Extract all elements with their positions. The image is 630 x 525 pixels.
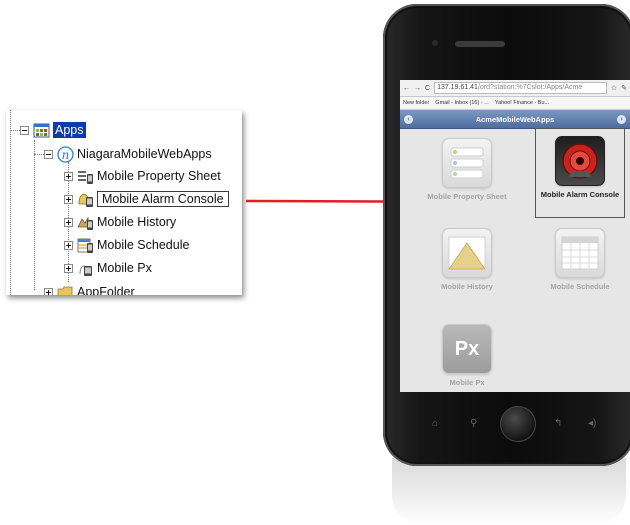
star-icon[interactable]: ☆ (611, 84, 617, 92)
px-glyph: Px (454, 337, 480, 360)
forward-icon[interactable]: → (414, 85, 421, 92)
back-icon[interactable]: ↰ (554, 418, 562, 429)
tree-label-app-folder[interactable]: AppFolder (77, 285, 135, 295)
tree-node-mobile-schedule[interactable]: Mobile Schedule (64, 235, 189, 255)
tile-mobile-property-sheet[interactable]: Mobile Property Sheet (427, 138, 507, 201)
tile-mobile-alarm-console[interactable]: Mobile Alarm Console (540, 136, 620, 199)
tile-label: Mobile History (441, 282, 493, 291)
tree-label-mobile-property-sheet[interactable]: Mobile Property Sheet (97, 169, 221, 183)
tree-label-mobile-px[interactable]: Mobile Px (97, 261, 152, 275)
tree-label-apps[interactable]: Apps (53, 122, 86, 138)
tree-connector (10, 110, 11, 295)
tile-mobile-px[interactable]: Px Mobile Px (427, 324, 507, 387)
niagara-n-icon: n (57, 145, 74, 163)
tree-node-app-folder[interactable]: AppFolder (44, 282, 135, 295)
tree-node-mobile-alarm-console[interactable]: Mobile Alarm Console (64, 189, 229, 209)
expand-toggle[interactable] (64, 240, 73, 250)
speaker-grille (455, 41, 505, 47)
tree-node-niagara-mobile-web-apps[interactable]: n NiagaraMobileWebApps (44, 144, 212, 164)
property-sheet-icon (442, 138, 492, 188)
volume-icon[interactable]: ◂) (588, 418, 596, 429)
expand-toggle[interactable] (64, 194, 73, 204)
bookmarks-bar: New folder Gmail - Inbox (16) - ... Yaho… (400, 97, 630, 110)
back-icon[interactable]: ← (403, 85, 410, 92)
collapse-toggle[interactable] (20, 125, 29, 135)
tile-mobile-schedule[interactable]: Mobile Schedule (540, 228, 620, 291)
phone-screen: ← → C 137.19.61.41/ord?station:%7Cslot:/… (400, 80, 630, 392)
phone-reflection (392, 458, 626, 525)
home-button[interactable] (500, 406, 536, 442)
bookmark-new-folder[interactable]: New folder (403, 100, 429, 106)
history-icon (77, 216, 93, 230)
url-field[interactable]: 137.19.61.41/ord?station:%7Cslot:/Apps/A… (434, 82, 607, 94)
px-icon (79, 265, 92, 276)
browser-address-bar: ← → C 137.19.61.41/ord?station:%7Cslot:/… (400, 80, 630, 97)
schedule-icon (77, 238, 93, 253)
tree-node-mobile-history[interactable]: Mobile History (64, 212, 176, 232)
tile-mobile-history[interactable]: Mobile History (427, 228, 507, 291)
bookmark-gmail[interactable]: Gmail - Inbox (16) - ... (435, 100, 489, 106)
history-chart-icon (442, 228, 492, 278)
expand-toggle[interactable] (64, 171, 73, 181)
back-nav-icon[interactable]: ‹ (404, 114, 413, 124)
bookmark-yahoo-finance[interactable]: Yahoo! Finance - Bu... (495, 100, 549, 106)
tree-node-mobile-px[interactable]: Mobile Px (64, 258, 152, 278)
tree-label-mobile-schedule[interactable]: Mobile Schedule (97, 238, 189, 252)
reload-icon[interactable]: C (425, 85, 430, 92)
collapse-toggle[interactable] (44, 149, 53, 159)
property-sheet-icon (78, 170, 93, 184)
wrench-icon[interactable]: ✎ (621, 84, 627, 92)
url-host: 137.19.61.41 (437, 84, 478, 91)
px-icon: Px (442, 324, 492, 374)
expand-toggle[interactable] (64, 217, 73, 227)
alarm-console-icon (78, 193, 93, 207)
tile-label: Mobile Alarm Console (540, 190, 620, 199)
camera-icon (432, 40, 438, 46)
forward-nav-icon[interactable]: › (617, 114, 626, 124)
tile-label: Mobile Schedule (550, 282, 610, 291)
home-icon[interactable]: ⌂ (432, 418, 438, 429)
expand-toggle[interactable] (44, 287, 53, 295)
app-header-bar: ‹ AcmeMobileWebApps › (400, 110, 630, 129)
apps-folder-icon (33, 123, 50, 137)
alarm-icon (555, 136, 605, 186)
app-title: AcmeMobileWebApps (475, 114, 555, 124)
search-icon[interactable]: ⚲ (470, 418, 477, 429)
expand-toggle[interactable] (64, 263, 73, 273)
tree-connector (34, 140, 35, 290)
tree-label-mobile-alarm-console[interactable]: Mobile Alarm Console (97, 191, 229, 207)
schedule-grid-icon (555, 228, 605, 278)
tile-label: Mobile Px (449, 378, 485, 387)
tile-label: Mobile Property Sheet (427, 192, 507, 201)
nav-tree-panel: Apps n NiagaraMobileWebApps Mobile Prope… (6, 110, 242, 295)
tree-label-niagara-mobile-web-apps[interactable]: NiagaraMobileWebApps (77, 147, 212, 161)
tree-node-apps[interactable]: Apps (20, 120, 86, 140)
folder-icon (57, 286, 73, 295)
tree-label-mobile-history[interactable]: Mobile History (97, 215, 176, 229)
svg-text:n: n (62, 148, 70, 162)
url-path: /ord?station:%7Cslot:/Apps/Acme (477, 84, 583, 91)
tree-node-mobile-property-sheet[interactable]: Mobile Property Sheet (64, 166, 221, 186)
